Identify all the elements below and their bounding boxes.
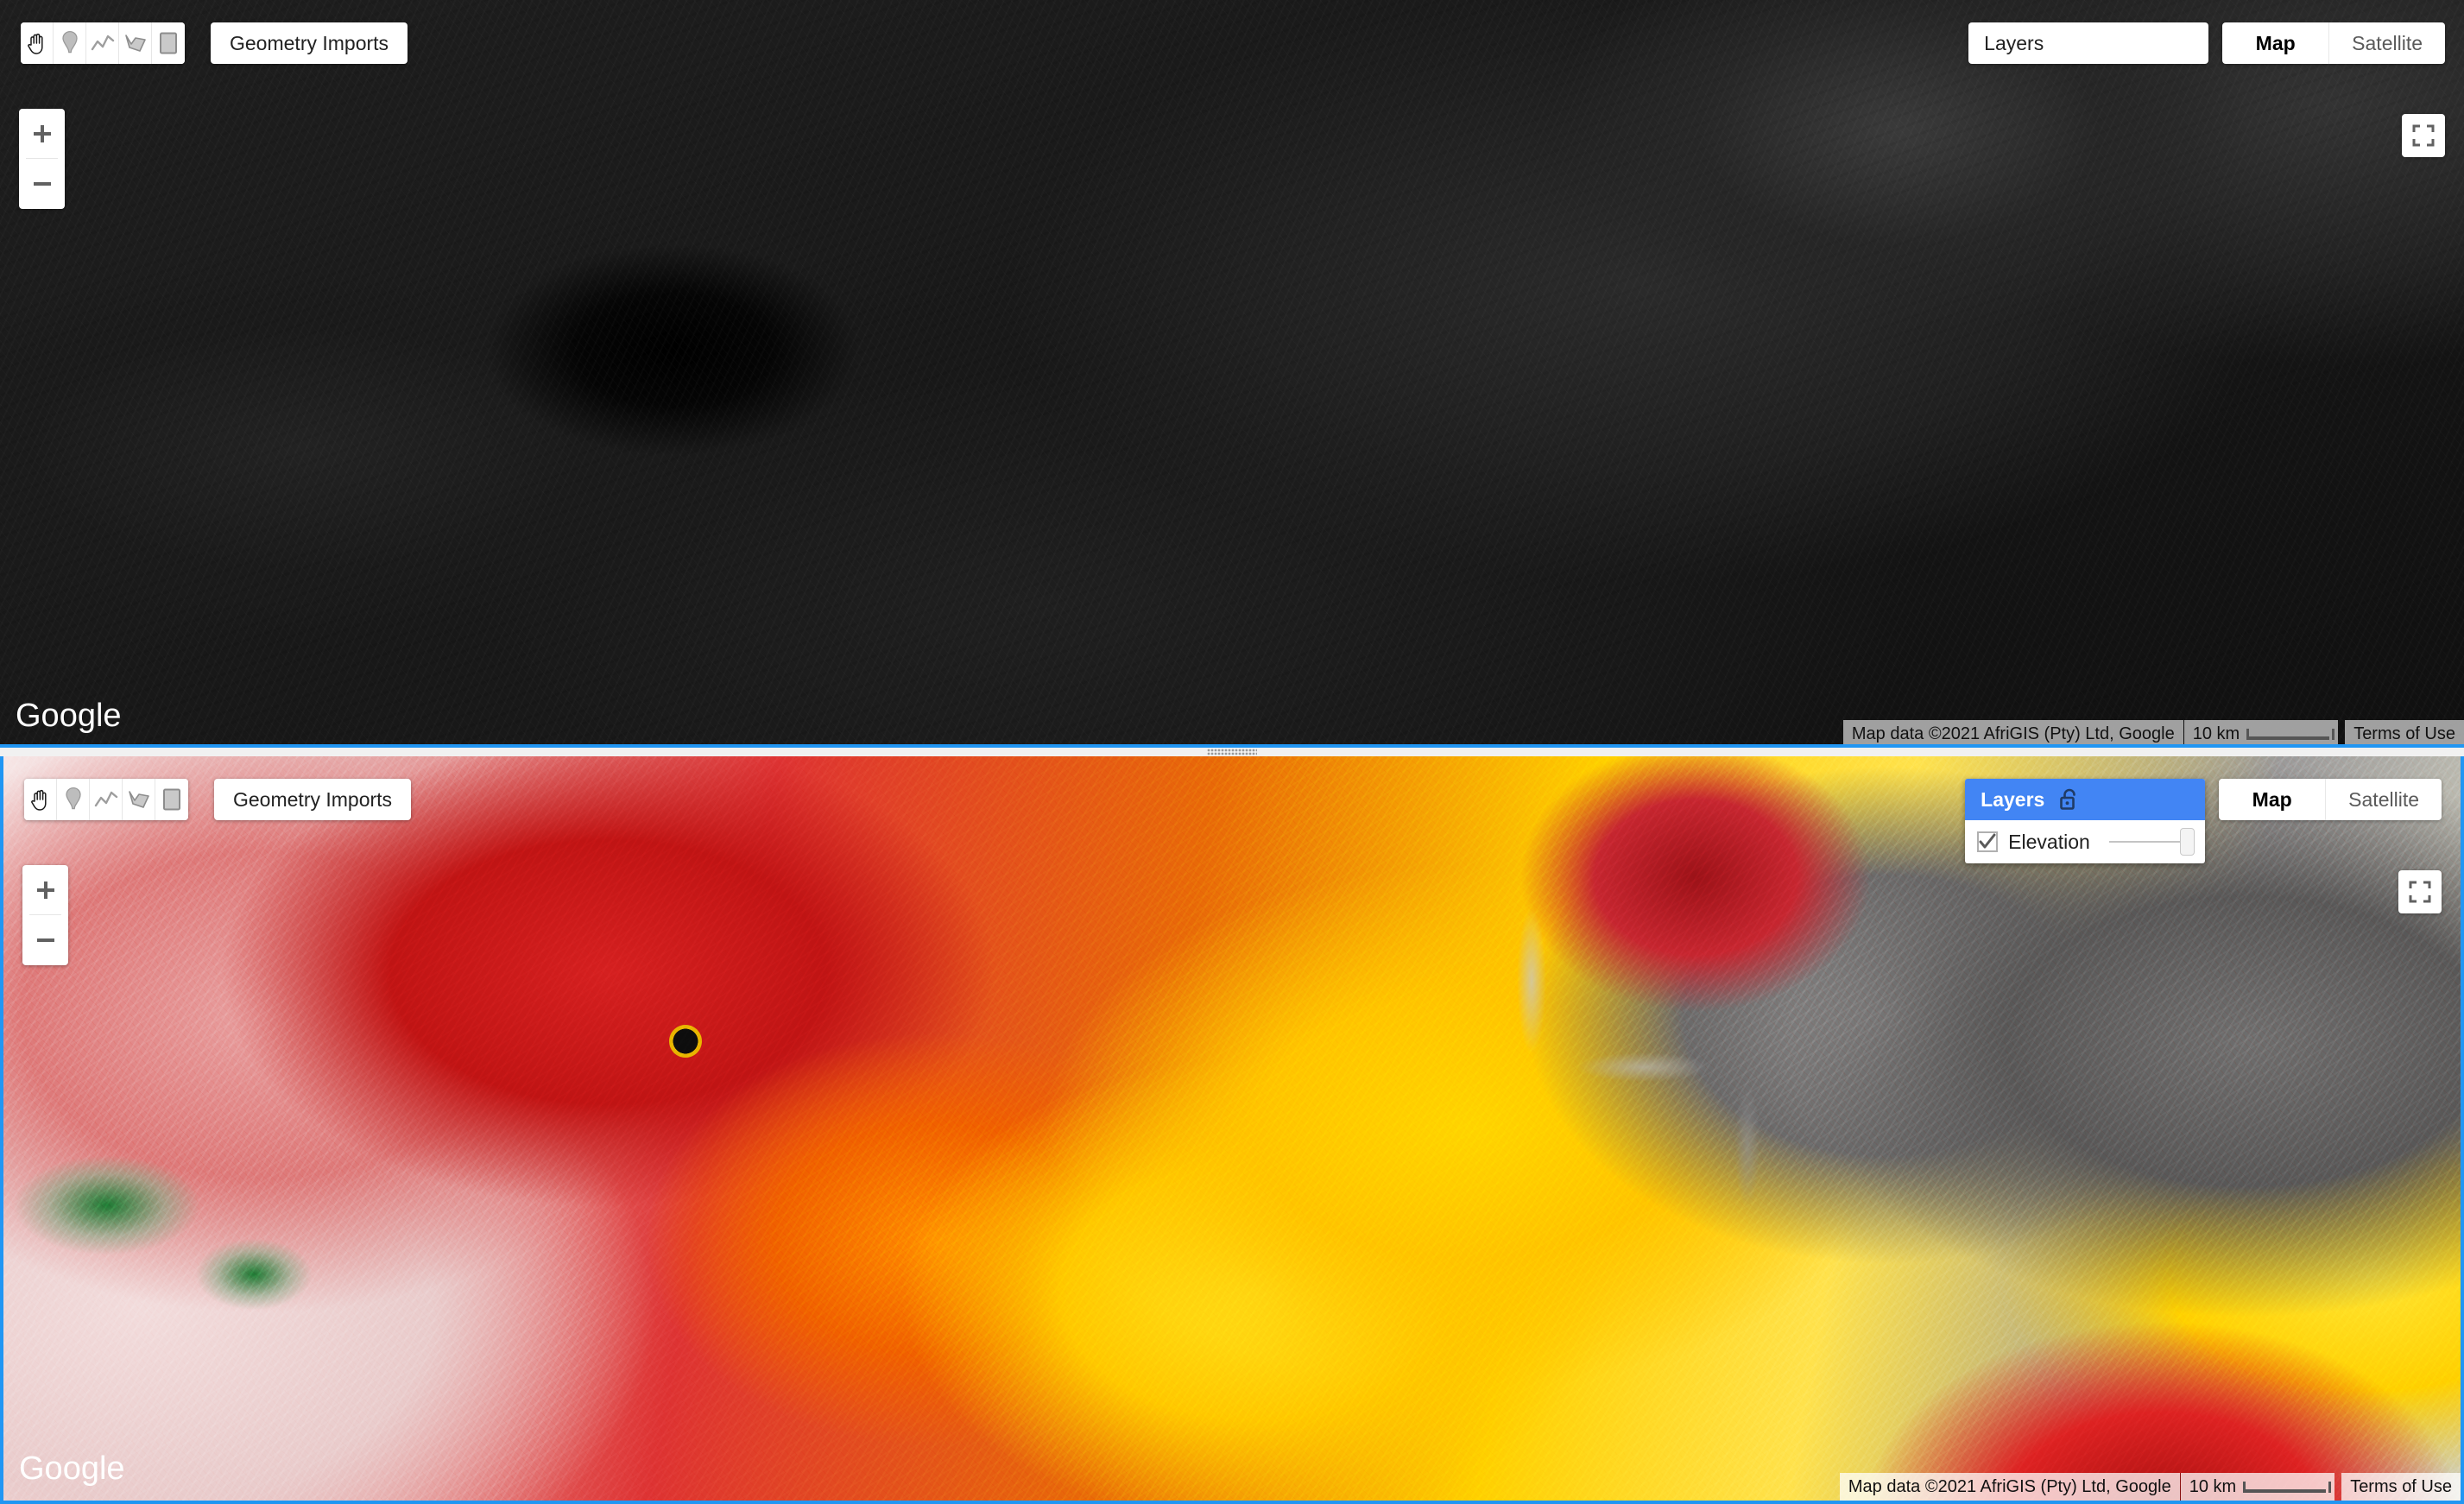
svg-text:Google: Google — [16, 698, 122, 734]
zoom-in-button[interactable] — [22, 865, 68, 915]
map-type-toggle-bottom: Map Satellite — [2219, 779, 2442, 820]
tab-satellite-bottom[interactable]: Satellite — [2326, 779, 2442, 820]
slider-track — [2108, 841, 2189, 843]
google-watermark-top: Google — [16, 698, 128, 736]
google-watermark-bottom: Google — [19, 1450, 131, 1488]
layer-name-elevation: Elevation — [2008, 830, 2090, 853]
layers-panel-header[interactable]: Layers — [1965, 779, 2206, 820]
scale-label: 10 km — [2189, 1476, 2237, 1496]
plus-icon — [33, 125, 51, 142]
map-splitter[interactable] — [0, 744, 2464, 756]
map-data-attribution: Map data ©2021 AfriGIS (Pty) Ltd, Google — [1839, 1473, 2180, 1501]
marker-point-icon[interactable] — [54, 22, 86, 64]
layers-panel-title: Layers — [1981, 787, 2045, 811]
polygon-icon[interactable] — [119, 22, 152, 64]
drawing-tools-row-top: Geometry Imports — [21, 22, 408, 64]
hand-pan-icon[interactable] — [21, 22, 54, 64]
terms-of-use-link[interactable]: Terms of Use — [2341, 1473, 2461, 1501]
tab-satellite-top[interactable]: Satellite — [2329, 22, 2445, 64]
tab-map-top[interactable]: Map — [2222, 22, 2330, 64]
minus-icon — [33, 182, 51, 186]
zoom-out-button[interactable] — [19, 159, 65, 209]
layer-checkbox-elevation[interactable] — [1977, 831, 1999, 852]
fullscreen-button-top[interactable] — [2402, 114, 2445, 157]
map-type-toggle-top: Map Satellite — [2222, 22, 2445, 64]
scale-bar-graphic — [2243, 1481, 2332, 1493]
map-controls-top-right: Layers Map Satellite — [1968, 22, 2445, 64]
checkmark-icon — [1979, 833, 1996, 849]
slider-thumb[interactable] — [2180, 828, 2195, 856]
attribution-gap — [2334, 1473, 2341, 1501]
attribution-bar-bottom: Map data ©2021 AfriGIS (Pty) Ltd, Google… — [1839, 1473, 2461, 1501]
fullscreen-expand-icon — [2409, 881, 2431, 903]
rectangle-icon[interactable] — [155, 779, 188, 820]
layer-opacity-slider-elevation[interactable] — [2108, 827, 2195, 856]
zoom-control-top — [19, 109, 65, 209]
minus-icon — [36, 938, 54, 942]
map-chrome-top: Geometry Imports Layers Map Satellite Go… — [0, 0, 2464, 748]
map-controls-bottom-right: Layers Elevation Map Satellite — [1965, 779, 2442, 863]
geometry-imports-button[interactable]: Geometry Imports — [211, 22, 408, 64]
polyline-icon[interactable] — [90, 779, 123, 820]
tab-map-bottom[interactable]: Map — [2219, 779, 2327, 820]
fullscreen-button-bottom[interactable] — [2398, 870, 2442, 913]
fullscreen-expand-icon — [2412, 124, 2435, 147]
scale-bar-bottom: 10 km — [2180, 1473, 2335, 1501]
zoom-out-button[interactable] — [22, 915, 68, 965]
scale-bar-graphic — [2246, 728, 2335, 740]
rectangle-icon[interactable] — [152, 22, 185, 64]
hand-pan-icon[interactable] — [24, 779, 57, 820]
google-logo-icon: Google — [19, 1450, 125, 1487]
google-logo-icon: Google — [16, 698, 122, 734]
polygon-icon[interactable] — [123, 779, 155, 820]
layers-panel: Layers Elevation — [1965, 779, 2206, 863]
layers-button[interactable]: Layers — [1968, 22, 2209, 64]
polyline-icon[interactable] — [86, 22, 119, 64]
layer-row-elevation: Elevation — [1965, 820, 2205, 863]
zoom-in-button[interactable] — [19, 109, 65, 159]
scale-label: 10 km — [2192, 724, 2240, 743]
map-chrome-bottom: Geometry Imports Layers Elevation Map Sa… — [3, 756, 2461, 1501]
marker-point-icon[interactable] — [57, 779, 90, 820]
geometry-imports-button[interactable]: Geometry Imports — [214, 779, 412, 820]
drawing-tools-row-bottom: Geometry Imports — [24, 779, 412, 820]
map-panel-bottom[interactable]: Geometry Imports Layers Elevation Map Sa… — [0, 753, 2464, 1504]
map-panel-top[interactable]: Geometry Imports Layers Map Satellite Go… — [0, 0, 2464, 748]
zoom-control-bottom — [22, 865, 68, 965]
plus-icon — [36, 882, 54, 899]
drag-grip-icon — [1207, 749, 1257, 755]
drawing-tool-group — [21, 22, 185, 64]
svg-text:Google: Google — [19, 1450, 125, 1487]
drawing-tool-group — [24, 779, 188, 820]
unlock-icon — [2060, 788, 2076, 810]
split-map-app: Geometry Imports Layers Map Satellite Go… — [0, 0, 2464, 1504]
